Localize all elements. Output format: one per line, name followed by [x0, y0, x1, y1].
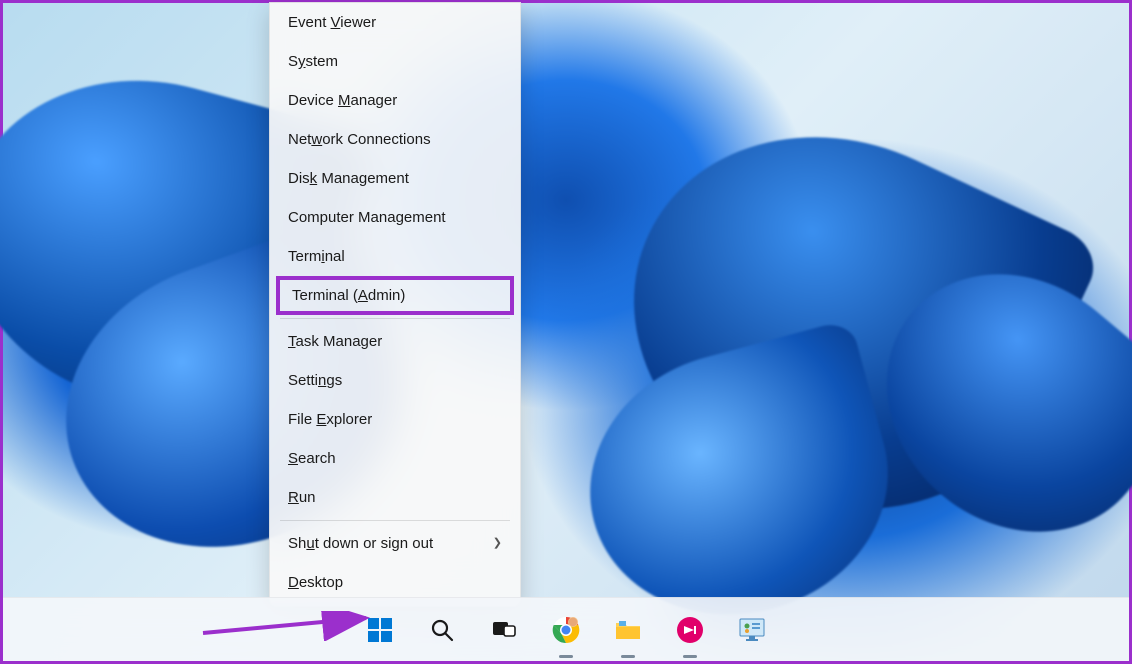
windows-logo-icon: [367, 617, 393, 643]
taskbar: [3, 597, 1129, 661]
menu-item-label: Search: [288, 448, 336, 469]
menu-item-label: Run: [288, 487, 316, 508]
menu-item-network-connections[interactable]: Network Connections: [270, 120, 520, 159]
menu-item-shut-down-or-sign-out[interactable]: Shut down or sign out ❯: [270, 524, 520, 563]
taskview-icon: [491, 617, 517, 643]
chrome-button[interactable]: [546, 610, 586, 650]
folder-icon: [614, 617, 642, 643]
menu-item-disk-management[interactable]: Disk Management: [270, 159, 520, 198]
menu-item-task-manager[interactable]: Task Manager: [270, 322, 520, 361]
menu-item-label: Event Viewer: [288, 12, 376, 33]
menu-item-system[interactable]: System: [270, 42, 520, 81]
menu-item-computer-management[interactable]: Computer Management: [270, 198, 520, 237]
chrome-icon: [552, 616, 580, 644]
menu-item-label: Terminal (Admin): [292, 285, 405, 306]
menu-item-file-explorer[interactable]: File Explorer: [270, 400, 520, 439]
menu-item-label: Shut down or sign out: [288, 533, 433, 554]
menu-item-search[interactable]: Search: [270, 439, 520, 478]
menu-item-terminal-admin[interactable]: Terminal (Admin): [276, 276, 514, 315]
menu-item-label: Disk Management: [288, 168, 409, 189]
menu-item-settings[interactable]: Settings: [270, 361, 520, 400]
taskview-button[interactable]: [484, 610, 524, 650]
menu-item-label: Computer Management: [288, 207, 446, 228]
menu-item-label: File Explorer: [288, 409, 372, 430]
file-explorer-button[interactable]: [608, 610, 648, 650]
menu-item-label: Task Manager: [288, 331, 382, 352]
menu-item-run[interactable]: Run: [270, 478, 520, 517]
chevron-right-icon: ❯: [493, 536, 502, 551]
menu-item-terminal[interactable]: Terminal: [270, 237, 520, 276]
menu-item-label: Device Manager: [288, 90, 397, 111]
screenpresso-icon: [676, 616, 704, 644]
start-button[interactable]: [360, 610, 400, 650]
screenpresso-button[interactable]: [670, 610, 710, 650]
menu-item-label: Settings: [288, 370, 342, 391]
desktop-wallpaper: [3, 3, 1129, 661]
menu-item-device-manager[interactable]: Device Manager: [270, 81, 520, 120]
menu-item-label: Terminal: [288, 246, 345, 267]
control-panel-button[interactable]: [732, 610, 772, 650]
menu-item-label: Desktop: [288, 572, 343, 593]
control-panel-icon: [738, 617, 766, 643]
menu-separator: [280, 520, 510, 521]
menu-item-label: Network Connections: [288, 129, 431, 150]
menu-separator: [280, 318, 510, 319]
search-icon: [429, 617, 455, 643]
menu-item-label: System: [288, 51, 338, 72]
search-button[interactable]: [422, 610, 462, 650]
winx-context-menu: Event Viewer System Device Manager Network …: [269, 2, 521, 607]
menu-item-event-viewer[interactable]: Event Viewer: [270, 3, 520, 42]
